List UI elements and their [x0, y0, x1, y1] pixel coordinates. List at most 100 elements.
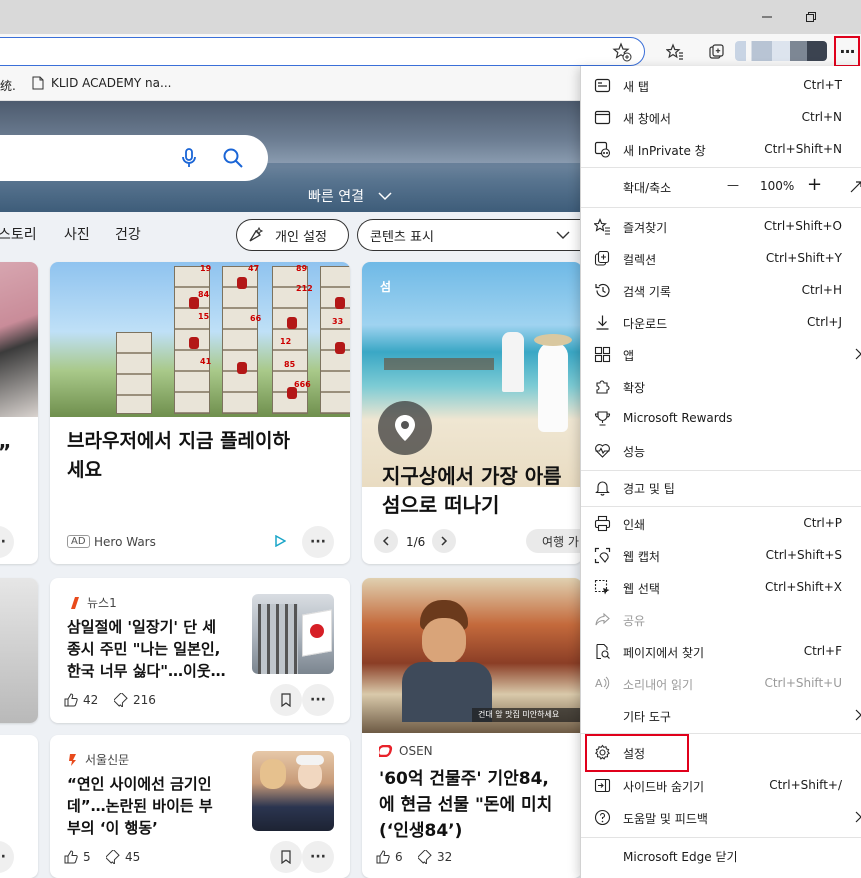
comment-count: 216: [133, 693, 156, 707]
zoom-out-button[interactable]: —: [727, 178, 739, 192]
location-pin-button[interactable]: [378, 401, 432, 455]
sidebar-icon: [594, 778, 611, 793]
tab-health[interactable]: 건강: [115, 224, 141, 244]
zoom-in-button[interactable]: +: [807, 174, 822, 195]
personalize-button[interactable]: 개인 설정: [236, 219, 349, 251]
menu-item-help-feedback[interactable]: 도움말 및 피드백: [581, 802, 861, 833]
more-options-button[interactable]: ···: [302, 841, 334, 873]
read-aloud-icon: A: [595, 676, 610, 690]
news-thumbnail: [252, 594, 334, 674]
tower-number: 212: [296, 284, 313, 293]
tower-number: 66: [250, 314, 262, 323]
comments-button[interactable]: 32: [418, 850, 452, 864]
like-button[interactable]: 6: [376, 850, 403, 864]
menu-item-history[interactable]: 검색 기록 Ctrl+H: [581, 275, 861, 306]
menu-item-share[interactable]: 공유: [581, 604, 861, 635]
chevron-right-icon: [855, 348, 861, 360]
microphone-icon[interactable]: [178, 147, 200, 169]
menu-item-performance[interactable]: 성능: [581, 435, 861, 466]
menu-item-web-select[interactable]: 웹 선택 Ctrl+Shift+X: [581, 572, 861, 603]
comment-count: 32: [437, 850, 453, 864]
chevron-right-icon: [855, 709, 861, 721]
ad-choices-icon[interactable]: [274, 535, 286, 547]
collections-button[interactable]: [705, 40, 729, 64]
menu-item-rewards[interactable]: Microsoft Rewards: [581, 403, 861, 434]
news-card-seoul[interactable]: 서울신문 “연인 사이에선 금기인 데”…논란된 바이든 부 부의 ‘이 행동’…: [50, 735, 350, 878]
content-display-dropdown[interactable]: 콘텐츠 표시: [357, 219, 581, 251]
save-button[interactable]: [270, 684, 302, 716]
favorite-item-klid[interactable]: KLID ACADEMY na...: [32, 76, 171, 90]
minimize-button[interactable]: [752, 4, 782, 30]
like-button[interactable]: 5: [64, 850, 91, 864]
menu-item-web-capture[interactable]: 웹 캡처 Ctrl+Shift+S: [581, 540, 861, 571]
add-favorite-icon[interactable]: [612, 42, 632, 62]
travel-card[interactable]: 섬 지구상에서 가장 아름 섬으로 떠나기 1/6 여행 가: [362, 262, 582, 564]
card-title-cut: ”: [0, 440, 11, 464]
settings-and-more-button[interactable]: ···: [834, 36, 860, 67]
menu-item-close-edge[interactable]: Microsoft Edge 닫기: [581, 840, 861, 871]
prev-button[interactable]: [374, 529, 398, 553]
comments-button[interactable]: 45: [106, 850, 140, 864]
page-icon: [32, 76, 44, 90]
tab-photos[interactable]: 사진: [64, 224, 90, 244]
partial-card-left-3[interactable]: ···: [0, 735, 38, 878]
search-icon[interactable]: [221, 146, 245, 170]
comment-icon: [114, 693, 128, 707]
print-icon: [594, 515, 611, 532]
more-options-button[interactable]: ···: [0, 526, 14, 558]
menu-item-print[interactable]: 인쇄 Ctrl+P: [581, 508, 861, 539]
comments-button[interactable]: 216: [114, 693, 156, 707]
performance-heart-icon: [595, 444, 610, 458]
tower-number: 84: [198, 290, 210, 299]
partial-card-left[interactable]: ” ···: [0, 262, 38, 564]
news-source: 뉴스1: [67, 594, 117, 611]
bell-icon: [595, 481, 610, 496]
menu-item-new-inprivate[interactable]: 새 InPrivate 창 Ctrl+Shift+N: [581, 134, 861, 165]
more-options-button[interactable]: ···: [302, 526, 334, 558]
menu-item-apps[interactable]: 앱: [581, 339, 861, 370]
next-button[interactable]: [432, 529, 456, 553]
menu-separator: [581, 167, 861, 168]
help-icon: [594, 809, 611, 826]
menu-item-more-tools[interactable]: 기타 도구: [581, 700, 861, 731]
menu-item-alerts-tips[interactable]: 경고 및 팁: [581, 472, 861, 503]
thumbs-up-icon: [64, 693, 78, 707]
favorites-button[interactable]: [663, 40, 687, 64]
restore-button[interactable]: [796, 4, 826, 30]
tab-story[interactable]: 스토리: [0, 224, 37, 244]
pager-count: 1/6: [406, 535, 426, 549]
more-options-button[interactable]: ···: [302, 684, 334, 716]
menu-item-hide-sidebar[interactable]: 사이드바 숨기기 Ctrl+Shift+/: [581, 770, 861, 801]
favorites-icon: [594, 218, 610, 235]
apps-icon: [594, 346, 611, 363]
travel-title: 지구상에서 가장 아름 섬으로 떠나기: [382, 464, 562, 517]
toolbar: [0, 34, 861, 70]
tower-number: 15: [198, 312, 210, 321]
new-window-icon: [594, 110, 611, 125]
menu-item-extensions[interactable]: 확장: [581, 371, 861, 402]
menu-item-collections[interactable]: 컬렉션 Ctrl+Shift+Y: [581, 243, 861, 274]
menu-item-read-aloud[interactable]: A 소리내어 읽기 Ctrl+Shift+U: [581, 668, 861, 699]
menu-item-find-on-page[interactable]: 페이지에서 찾기 Ctrl+F: [581, 636, 861, 667]
profile-avatar[interactable]: [735, 41, 827, 61]
favorite-item-cut[interactable]: 统.: [0, 77, 16, 94]
like-button[interactable]: 42: [64, 693, 98, 707]
news-card-osen[interactable]: 건대 앞 맛집 미안하세요 OSEN '60억 건물주' 기안84, 에 현금 …: [362, 578, 582, 878]
save-button[interactable]: [270, 841, 302, 873]
fullscreen-icon[interactable]: [849, 180, 861, 194]
find-on-page-icon: [596, 643, 610, 660]
menu-item-new-tab[interactable]: 새 탭 Ctrl+T: [581, 70, 861, 101]
travel-tag-button[interactable]: 여행 가: [526, 529, 582, 553]
address-bar[interactable]: [0, 37, 645, 66]
partial-card-left-2[interactable]: [0, 578, 38, 723]
history-icon: [595, 283, 610, 298]
more-options-button[interactable]: ···: [0, 841, 14, 873]
menu-item-new-window[interactable]: 새 창에서 Ctrl+N: [581, 102, 861, 133]
personalize-label: 개인 설정: [275, 229, 327, 245]
menu-item-downloads[interactable]: 다운로드 Ctrl+J: [581, 307, 861, 338]
news-card-news1[interactable]: 뉴스1 삼일절에 '일장기' 단 세 종시 주민 "나는 일본인, 한국 너무 …: [50, 578, 350, 723]
extensions-puzzle-icon: [596, 380, 610, 394]
ad-card-hero-wars[interactable]: 19 47 89 84 212 15 66 33 41 85 12 666 브라…: [50, 262, 350, 564]
menu-item-favorites[interactable]: 즐겨찾기 Ctrl+Shift+O: [581, 211, 861, 242]
quick-links-toggle[interactable]: 빠른 연결: [308, 186, 392, 206]
